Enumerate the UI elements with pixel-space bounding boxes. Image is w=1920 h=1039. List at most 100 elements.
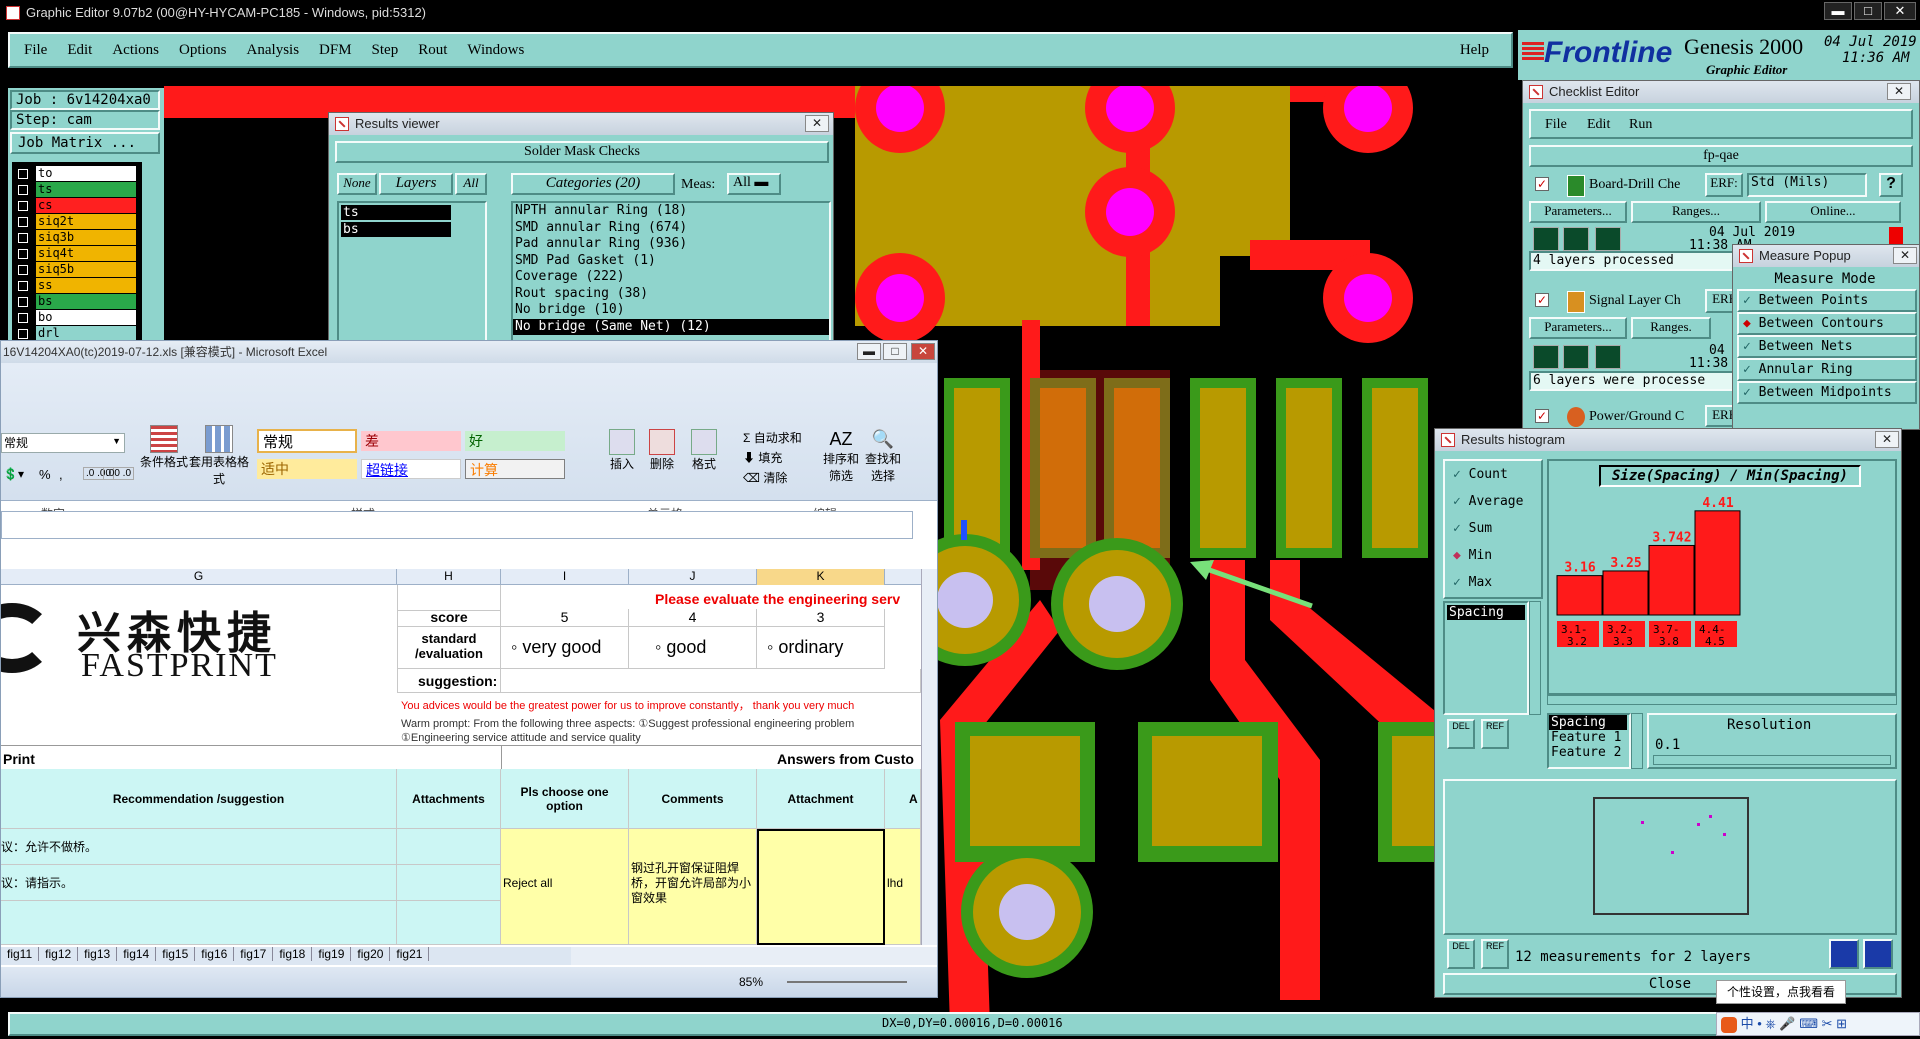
sort-filter-button[interactable]: AZ 排序和筛选 bbox=[823, 429, 859, 484]
layer-row[interactable]: cs bbox=[14, 198, 142, 214]
menu-step[interactable]: Step bbox=[372, 42, 399, 59]
check-mark-icon[interactable]: ✓ bbox=[1535, 293, 1549, 307]
measure-option[interactable]: ◆ Between Contours bbox=[1737, 312, 1917, 335]
histogram-bar[interactable] bbox=[1694, 510, 1741, 616]
del-button[interactable]: DEL bbox=[1447, 719, 1475, 749]
layer-checkbox[interactable] bbox=[18, 201, 28, 211]
sheet-tab[interactable]: fig11 bbox=[1, 947, 40, 961]
chart-hscroll[interactable] bbox=[1547, 695, 1897, 705]
hist-opt-count[interactable]: ✓ Count bbox=[1445, 461, 1541, 488]
rv-layer-item[interactable]: ts bbox=[341, 205, 451, 220]
maximize-button[interactable]: □ bbox=[883, 343, 907, 360]
layer-row[interactable]: to bbox=[14, 166, 142, 182]
feature-2[interactable]: Feature 2 bbox=[1549, 745, 1629, 760]
find-select-button[interactable]: 🔍 查找和选择 bbox=[865, 429, 901, 484]
check-mark-icon[interactable]: ✓ bbox=[1535, 177, 1549, 191]
close-icon[interactable]: ✕ bbox=[805, 115, 829, 132]
column-header[interactable]: J bbox=[629, 569, 757, 585]
attachment-cell[interactable] bbox=[757, 829, 885, 945]
check2-params[interactable]: Parameters... bbox=[1529, 317, 1627, 339]
percent-button[interactable]: % bbox=[39, 467, 51, 482]
meas-dropdown[interactable]: All ▬ bbox=[727, 173, 781, 195]
sheet-tab[interactable]: fig13 bbox=[78, 947, 118, 961]
formula-bar[interactable] bbox=[1, 511, 913, 539]
format-button[interactable]: 格式 bbox=[685, 429, 723, 472]
category-item[interactable]: No bridge (Same Net) (12) bbox=[513, 318, 829, 335]
category-item[interactable]: Rout spacing (38) bbox=[513, 286, 829, 303]
check1-std[interactable]: Std (Mils) bbox=[1747, 173, 1867, 197]
style-bad[interactable]: 差 bbox=[361, 431, 461, 451]
sheet-tab[interactable]: fig19 bbox=[312, 947, 352, 961]
comment-cell[interactable]: 钢过孔开窗保证阻焊桥，开窗允许局部为小窗效果 bbox=[629, 829, 757, 945]
layer-row[interactable]: siq2t bbox=[14, 214, 142, 230]
column-header[interactable]: K bbox=[757, 569, 885, 585]
minimize-button[interactable]: ▬ bbox=[857, 343, 881, 360]
menu-dfm[interactable]: DFM bbox=[319, 42, 352, 59]
menu-options[interactable]: Options bbox=[179, 42, 227, 59]
feature-1[interactable]: Feature 1 bbox=[1549, 730, 1629, 745]
del-button[interactable]: DEL bbox=[1447, 939, 1475, 969]
list-scrollbar[interactable] bbox=[1529, 601, 1541, 715]
menu-edit[interactable]: Edit bbox=[67, 42, 92, 59]
histogram-bar[interactable] bbox=[1648, 544, 1695, 616]
close-icon[interactable]: ✕ bbox=[1887, 83, 1911, 100]
job-matrix-button[interactable]: Job Matrix ... bbox=[10, 132, 160, 154]
none-button[interactable]: None bbox=[337, 173, 377, 195]
close-icon[interactable]: ✕ bbox=[1875, 431, 1899, 448]
histogram-bar[interactable] bbox=[1602, 570, 1649, 616]
decrease-decimal-button[interactable]: .00 .0 bbox=[103, 467, 135, 480]
hist-opt-sum[interactable]: ✓ Sum bbox=[1445, 515, 1541, 542]
check1-erf[interactable]: ERF: bbox=[1705, 173, 1743, 197]
checklist-menu-run[interactable]: Run bbox=[1629, 117, 1652, 133]
check1-params[interactable]: Parameters... bbox=[1529, 201, 1627, 223]
layer-checkbox[interactable] bbox=[18, 281, 28, 291]
run-icon[interactable] bbox=[1595, 227, 1621, 251]
sheet-tab[interactable]: fig12 bbox=[39, 947, 79, 961]
category-item[interactable]: No bridge (10) bbox=[513, 302, 829, 319]
column-header[interactable]: H bbox=[397, 569, 501, 585]
help-menu[interactable]: Help bbox=[1460, 42, 1489, 59]
measure-option[interactable]: ✓ Annular Ring bbox=[1737, 358, 1917, 381]
measure-option[interactable]: ✓ Between Midpoints bbox=[1737, 381, 1917, 404]
category-item[interactable]: Coverage (222) bbox=[513, 269, 829, 286]
layer-row[interactable]: bs bbox=[14, 294, 142, 310]
resolution-slider[interactable] bbox=[1653, 755, 1891, 765]
vertical-scrollbar[interactable] bbox=[921, 569, 937, 945]
menu-file[interactable]: File bbox=[24, 42, 47, 59]
zoom-home-icon[interactable] bbox=[1863, 939, 1893, 969]
menu-actions[interactable]: Actions bbox=[112, 42, 159, 59]
category-item[interactable]: Pad annular Ring (936) bbox=[513, 236, 829, 253]
style-good[interactable]: 好 bbox=[465, 431, 565, 451]
hist-opt-min[interactable]: ◆ Min bbox=[1445, 542, 1541, 569]
run-icon[interactable] bbox=[1563, 227, 1589, 251]
measure-option[interactable]: ✓ Between Points bbox=[1737, 289, 1917, 312]
column-header[interactable]: G bbox=[1, 569, 397, 585]
check1-online[interactable]: Online... bbox=[1765, 201, 1901, 223]
comma-button[interactable]: , bbox=[59, 467, 63, 482]
sheet-tab[interactable]: fig20 bbox=[351, 947, 391, 961]
style-neutral[interactable]: 适中 bbox=[257, 459, 357, 479]
help-button[interactable]: ? bbox=[1879, 173, 1903, 197]
menu-analysis[interactable]: Analysis bbox=[247, 42, 300, 59]
reject-cell[interactable]: Reject all bbox=[501, 829, 629, 945]
layer-checkbox[interactable] bbox=[18, 249, 28, 259]
zoom-slider[interactable] bbox=[787, 981, 907, 983]
ref-button[interactable]: REF bbox=[1481, 939, 1509, 969]
style-normal[interactable]: 常规 bbox=[257, 429, 357, 453]
spacing-list-item[interactable]: Spacing bbox=[1447, 605, 1525, 620]
sheet-tab[interactable]: fig18 bbox=[273, 947, 313, 961]
layer-row[interactable]: siq5b bbox=[14, 262, 142, 278]
ref-button[interactable]: REF bbox=[1481, 719, 1509, 749]
layer-row[interactable]: ss bbox=[14, 278, 142, 294]
fill-button[interactable]: ⬇ 填充 bbox=[743, 449, 782, 466]
numfmt-dropdown[interactable]: 常规 ▼ bbox=[1, 433, 125, 453]
close-icon[interactable]: ✕ bbox=[1893, 247, 1917, 264]
close-button[interactable]: ✕ bbox=[911, 343, 935, 360]
category-item[interactable]: SMD Pad Gasket (1) bbox=[513, 253, 829, 270]
layer-row[interactable]: bo bbox=[14, 310, 142, 326]
layer-checkbox[interactable] bbox=[18, 233, 28, 243]
column-header[interactable]: I bbox=[501, 569, 629, 585]
layer-row[interactable]: ts bbox=[14, 182, 142, 198]
layer-checkbox[interactable] bbox=[18, 265, 28, 275]
table-format-button[interactable]: 套用表格格式 bbox=[189, 425, 249, 487]
